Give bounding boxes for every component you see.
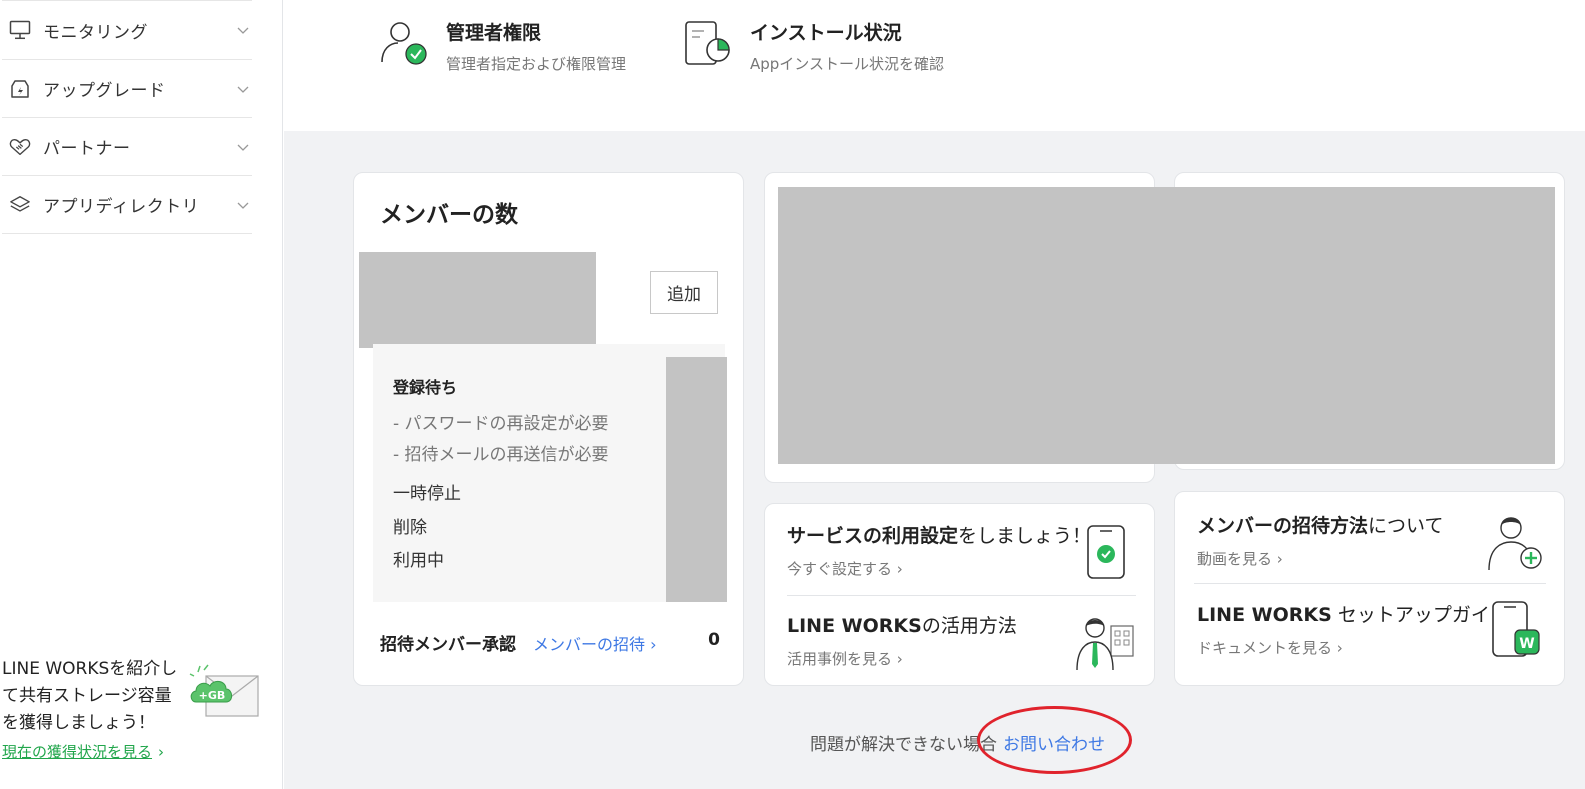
chevron-right-icon: › [158,743,165,761]
redacted-banner [778,187,1555,464]
svg-text:W: W [1519,636,1534,652]
status-suspended[interactable]: 一時停止 [393,479,461,504]
redacted-member-count [359,252,596,348]
tool-title: 管理者権限 [446,22,542,44]
promo-text: LINE WORKSを紹介して共有ストレージ容量を獲得しましょう！ [2,659,178,733]
sidebar-item-partner[interactable]: パートナー [2,118,252,176]
pending-invite-resend: - 招待メールの再送信が必要 [393,445,609,465]
invite-count: 0 [708,630,720,650]
promo-title-bold: LINE WORKS [787,615,922,637]
sidebar-item-app-directory[interactable]: アプリディレクトリ [2,176,252,234]
storage-promo: LINE WORKSを紹介して共有ストレージ容量を獲得しましょう！ 現在の獲得状… [2,656,272,762]
promo-title-bold: LINE WORKS [1197,604,1332,626]
layers-icon [9,194,31,216]
tool-desc: 管理者指定および権限管理 [446,55,627,73]
invite-approval-row: 招待メンバー承認 メンバーの招待 › 0 [380,630,720,655]
promo-title-rest: の活用方法 [921,615,1017,637]
promo-card-left: サービスの利用設定をしましょう！ 今すぐ設定する › LINE WORKSの活用… [764,503,1155,686]
add-member-button[interactable]: 追加 [650,271,718,314]
sidebar: モニタリング アップグレード パートナー アプリディレクトリ LINE WORK… [0,0,283,789]
monitor-icon [9,19,31,41]
invite-link-label: メンバーの招待 [533,635,646,654]
members-card-title: メンバーの数 [380,202,518,228]
chevron-right-icon: › [1276,550,1283,568]
admin-tools-strip: 管理者権限 管理者指定および権限管理 インストール状況 Appインストール状況を… [284,0,1585,131]
promo-sub-label: 活用事例を見る [787,650,893,668]
promo-status-link[interactable]: 現在の獲得状況を見る › [2,741,164,762]
dashboard-content: メンバーの数 追加 登録待ち - パスワードの再設定が必要 - 招待メールの再送… [284,131,1585,789]
invite-approval-label: 招待メンバー承認 [380,635,516,655]
promo-card-right: メンバーの招待方法について 動画を見る › LINE WORKS セットアップガ… [1174,491,1565,686]
member-status-box: 登録待ち - パスワードの再設定が必要 - 招待メールの再送信が必要 一時停止 … [373,344,727,602]
promo-title-bold: サービスの利用設定 [787,525,959,547]
sidebar-item-label: アプリディレクトリ [43,197,200,217]
promo-divider [787,595,1136,596]
sidebar-item-label: パートナー [43,139,131,159]
tool-title: インストール状況 [750,22,902,44]
pending-password-reset: - パスワードの再設定が必要 [393,414,609,434]
sidebar-item-monitoring[interactable]: モニタリング [2,0,252,60]
annotation-circle [977,706,1132,774]
user-add-icon [1488,517,1542,571]
tool-install-status[interactable]: インストール状況 Appインストール状況を確認 [682,16,944,74]
pending-title: 登録待ち [393,378,458,397]
help-text: 問題が解決できない場合 [810,735,997,755]
sidebar-item-upgrade[interactable]: アップグレード [2,60,252,118]
phone-check-icon [1087,525,1125,579]
promo-link-label: 現在の獲得状況を見る [2,743,153,761]
promo-title-rest: セットアップガイド [1331,604,1509,626]
chevron-down-icon [237,144,249,151]
promo-sub-label: 今すぐ設定する [787,560,893,578]
promo-divider [1194,583,1546,584]
redacted-status-counts [666,357,727,602]
admin-user-check-icon [381,22,427,65]
upgrade-icon [9,78,31,100]
businessman-icon [1076,618,1134,670]
chevron-right-icon: › [896,650,903,668]
chevron-down-icon [237,27,249,34]
chevron-down-icon [237,86,249,93]
storage-gift-icon: +GB [189,664,259,717]
promo-sub-label: 動画を見る [1197,550,1273,568]
invite-members-link[interactable]: メンバーの招待 › [533,631,657,655]
chevron-right-icon: › [896,560,903,578]
chevron-right-icon: › [650,635,657,654]
chevron-right-icon: › [1336,639,1343,657]
chevron-down-icon [237,202,249,209]
promo-title-rest: について [1368,515,1444,537]
tool-desc: Appインストール状況を確認 [750,55,945,73]
phone-app-icon: W [1492,601,1540,657]
status-active[interactable]: 利用中 [393,546,444,571]
device-chart-icon [685,21,730,65]
promo-badge: +GB [199,689,226,702]
handshake-icon [9,136,31,158]
sidebar-item-label: モニタリング [43,22,148,43]
promo-title-rest: をしましょう！ [958,525,1092,547]
members-card: メンバーの数 追加 登録待ち - パスワードの再設定が必要 - 招待メールの再送… [353,172,744,686]
sidebar-item-label: アップグレード [43,81,166,101]
status-deleted[interactable]: 削除 [393,513,427,538]
promo-sub-label: ドキュメントを見る [1197,639,1333,657]
tool-admin-permissions[interactable]: 管理者権限 管理者指定および権限管理 [378,16,626,74]
sidebar-nav: モニタリング アップグレード パートナー アプリディレクトリ [2,0,252,234]
promo-title-bold: メンバーの招待方法 [1197,515,1369,537]
